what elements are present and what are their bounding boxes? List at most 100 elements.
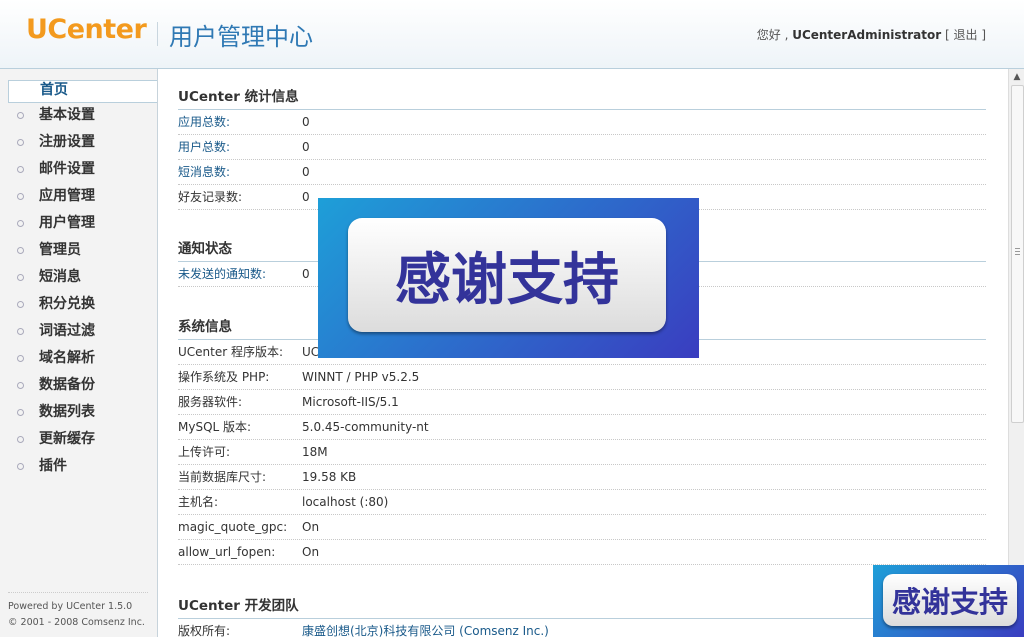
- info-key: 应用总数:: [178, 115, 231, 129]
- sidebar-item-data-backup[interactable]: 数据备份: [8, 373, 157, 400]
- info-key: 未发送的通知数:: [178, 267, 267, 281]
- bullet-icon: [17, 301, 24, 308]
- info-key: 主机名:: [178, 495, 219, 509]
- info-value: 0: [302, 165, 310, 179]
- info-row: magic_quote_gpc: On: [178, 515, 986, 540]
- site-title: 用户管理中心: [169, 23, 313, 51]
- sidebar-item-user-manage[interactable]: 用户管理: [8, 211, 157, 238]
- info-key: 好友记录数:: [178, 190, 243, 204]
- sidebar-item-home[interactable]: 首页: [8, 80, 157, 103]
- sidebar-item-label: 积分兑换: [39, 296, 95, 312]
- sidebar-item-label: 短消息: [39, 269, 81, 285]
- logout-bracket-close: ]: [977, 28, 986, 42]
- bullet-icon: [17, 274, 24, 281]
- info-key: 服务器软件:: [178, 395, 243, 409]
- logout-bracket-open: [: [941, 28, 954, 42]
- bullet-icon: [17, 112, 24, 119]
- sidebar-item-label: 邮件设置: [39, 161, 95, 177]
- sidebar-item-label: 词语过滤: [39, 323, 95, 339]
- sidebar: 首页 基本设置 注册设置 邮件设置 应用管理 用户管理 管理员 短消息 积分兑换…: [0, 69, 158, 637]
- info-row: 短消息数: 0: [178, 160, 986, 185]
- info-key: 操作系统及 PHP:: [178, 370, 270, 384]
- info-key: 版权所有:: [178, 624, 231, 637]
- info-key: 上传许可:: [178, 445, 231, 459]
- sidebar-item-plugins[interactable]: 插件: [8, 454, 157, 481]
- sidebar-item-label: 插件: [39, 458, 67, 474]
- vertical-scrollbar[interactable]: ▲: [1008, 69, 1024, 637]
- info-value: localhost (:80): [302, 495, 389, 509]
- sidebar-item-admins[interactable]: 管理员: [8, 238, 157, 265]
- sidebar-item-data-list[interactable]: 数据列表: [8, 400, 157, 427]
- bullet-icon: [17, 436, 24, 443]
- sidebar-footer: Powered by UCenter 1.5.0 © 2001 - 2008 C…: [8, 592, 148, 631]
- info-value: 0: [302, 267, 310, 281]
- sidebar-item-messages[interactable]: 短消息: [8, 265, 157, 292]
- info-row: 服务器软件: Microsoft-IIS/5.1: [178, 390, 986, 415]
- company-link[interactable]: 康盛创想(北京)科技有限公司 (Comsenz Inc.): [302, 624, 549, 637]
- sidebar-item-mail-settings[interactable]: 邮件设置: [8, 157, 157, 184]
- info-value: 18M: [302, 445, 328, 459]
- sidebar-item-dns[interactable]: 域名解析: [8, 346, 157, 373]
- sidebar-item-word-filter[interactable]: 词语过滤: [8, 319, 157, 346]
- bullet-icon: [17, 463, 24, 470]
- sidebar-item-label: 首页: [40, 82, 68, 98]
- sidebar-item-label: 基本设置: [39, 107, 95, 123]
- info-row: MySQL 版本: 5.0.45-community-nt: [178, 415, 986, 440]
- info-value: 0: [302, 140, 310, 154]
- thanks-overlay: 感谢支持: [318, 198, 699, 358]
- info-key: allow_url_fopen:: [178, 545, 276, 559]
- bullet-icon: [17, 139, 24, 146]
- sidebar-item-label: 管理员: [39, 242, 81, 258]
- greeting-text: 您好 ,: [756, 28, 793, 42]
- bullet-icon: [17, 247, 24, 254]
- bullet-icon: [17, 328, 24, 335]
- ucenter-logo[interactable]: UCenter: [26, 14, 147, 45]
- bullet-icon: [17, 220, 24, 227]
- grip-icon: [1015, 248, 1020, 256]
- thanks-corner-text: 感谢支持: [883, 574, 1017, 626]
- sidebar-item-update-cache[interactable]: 更新缓存: [8, 427, 157, 454]
- scroll-thumb[interactable]: [1011, 85, 1024, 423]
- info-key: magic_quote_gpc:: [178, 520, 288, 534]
- info-row: 上传许可: 18M: [178, 440, 986, 465]
- sidebar-item-label: 应用管理: [39, 188, 95, 204]
- logout-link[interactable]: 退出: [953, 28, 977, 42]
- info-row: 当前数据库尺寸: 19.58 KB: [178, 465, 986, 490]
- username: UCenterAdministrator: [792, 28, 942, 42]
- bullet-icon: [17, 355, 24, 362]
- sidebar-item-label: 注册设置: [39, 134, 95, 150]
- header: UCenter 用户管理中心 您好 , UCenterAdministrator…: [0, 0, 1024, 69]
- sidebar-item-app-manage[interactable]: 应用管理: [8, 184, 157, 211]
- user-bar: 您好 , UCenterAdministrator [ 退出 ]: [757, 26, 986, 43]
- thanks-corner-badge: 感谢支持: [873, 565, 1024, 637]
- info-value: On: [302, 520, 320, 534]
- scroll-up-arrow-icon[interactable]: ▲: [1011, 71, 1023, 83]
- info-value: 0: [302, 115, 310, 129]
- sidebar-item-label: 用户管理: [39, 215, 95, 231]
- info-value: 19.58 KB: [302, 470, 357, 484]
- info-row: 用户总数: 0: [178, 135, 986, 160]
- sidebar-nav: 首页 基本设置 注册设置 邮件设置 应用管理 用户管理 管理员 短消息 积分兑换…: [8, 80, 157, 481]
- info-value-wrap: 康盛创想(北京)科技有限公司 (Comsenz Inc.): [302, 619, 549, 637]
- info-row: 版权所有: 康盛创想(北京)科技有限公司 (Comsenz Inc.): [178, 619, 986, 637]
- sidebar-item-credit-exchange[interactable]: 积分兑换: [8, 292, 157, 319]
- section-title: UCenter 统计信息: [178, 85, 986, 110]
- info-value: Microsoft-IIS/5.1: [302, 395, 399, 409]
- info-key: 当前数据库尺寸:: [178, 470, 267, 484]
- sidebar-item-label: 更新缓存: [39, 431, 95, 447]
- info-row: 应用总数: 0: [178, 110, 986, 135]
- info-key: 用户总数:: [178, 140, 231, 154]
- info-value: On: [302, 545, 320, 559]
- info-key: MySQL 版本:: [178, 420, 252, 434]
- sidebar-item-basic-settings[interactable]: 基本设置: [8, 103, 157, 130]
- powered-by: Powered by UCenter 1.5.0: [8, 601, 133, 612]
- bullet-icon: [17, 193, 24, 200]
- info-key: 短消息数:: [178, 165, 231, 179]
- bullet-icon: [17, 409, 24, 416]
- info-value: 0: [302, 190, 310, 204]
- info-row: allow_url_fopen: On: [178, 540, 986, 565]
- logo-divider: [157, 22, 158, 46]
- info-key: UCenter 程序版本:: [178, 345, 284, 359]
- sidebar-item-register-settings[interactable]: 注册设置: [8, 130, 157, 157]
- bullet-icon: [17, 382, 24, 389]
